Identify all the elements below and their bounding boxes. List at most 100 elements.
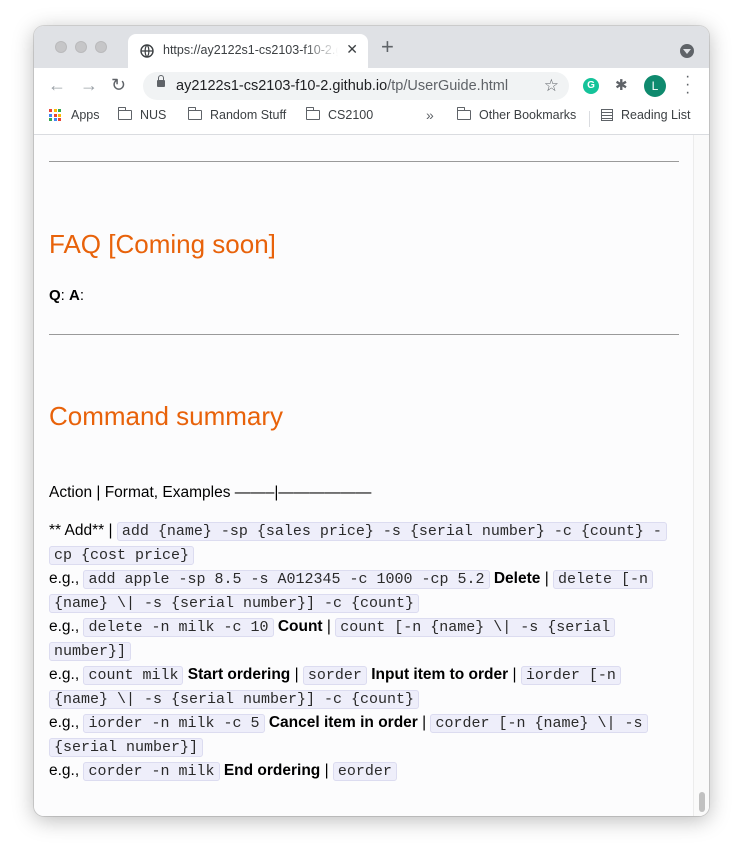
url-host: ay2122s1-cs2103-f10-2.github.io bbox=[176, 78, 388, 94]
eg-label: e.g., bbox=[49, 762, 84, 779]
browser-tab[interactable]: https://ay2122s1-cs2103-f10-2.github.io/… bbox=[128, 34, 368, 68]
summary-row-count-cont: number}] bbox=[49, 639, 132, 664]
pipe: | bbox=[417, 714, 431, 731]
example-code: count milk bbox=[83, 666, 184, 685]
format-code: {serial number}] bbox=[49, 738, 204, 757]
extensions-icon[interactable]: ✱ bbox=[615, 76, 628, 94]
tab-title: https://ay2122s1-cs2103-f10-2.github.io/… bbox=[163, 43, 338, 57]
summary-table-header: Action | Format, Examples ——–|—————— bbox=[49, 484, 372, 501]
folder-icon bbox=[305, 107, 320, 120]
example-code: add apple -sp 8.5 -s A012345 -c 1000 -cp… bbox=[83, 570, 490, 589]
bookmark-label: Random Stuff bbox=[210, 108, 287, 122]
new-tab-button[interactable]: + bbox=[381, 36, 394, 58]
bookmark-label: Other Bookmarks bbox=[479, 108, 577, 122]
format-code: {name} \| -s {serial number}] -c {count} bbox=[49, 594, 420, 613]
action-cancel-item: Cancel item in order bbox=[268, 714, 418, 731]
close-window-button[interactable] bbox=[55, 41, 67, 53]
format-code: {name} \| -s {serial number}] -c {count} bbox=[49, 690, 420, 709]
format-code: count [-n {name} \| -s {serial bbox=[335, 618, 616, 637]
pipe: | bbox=[508, 666, 521, 683]
divider bbox=[49, 334, 679, 335]
eg-label: e.g., bbox=[49, 714, 84, 731]
reading-list-button[interactable]: Reading List bbox=[601, 108, 691, 122]
globe-icon bbox=[140, 44, 154, 58]
address-bar[interactable]: ay2122s1-cs2103-f10-2.github.io/tp/UserG… bbox=[143, 72, 569, 100]
example-code: delete -n milk -c 10 bbox=[83, 618, 274, 637]
folder-icon bbox=[187, 107, 202, 120]
divider bbox=[49, 161, 679, 162]
pipe: | bbox=[290, 666, 303, 683]
bookmark-folder-cs2100[interactable]: CS2100 bbox=[305, 107, 374, 122]
bookmark-label: CS2100 bbox=[328, 108, 374, 122]
summary-row-ordering: e.g., count milk Start ordering | sorder… bbox=[49, 663, 621, 688]
summary-row-delete: e.g., add apple -sp 8.5 -s A012345 -c 10… bbox=[49, 567, 654, 592]
format-code: eorder bbox=[332, 762, 397, 781]
format-code: number}] bbox=[49, 642, 132, 661]
command-summary-heading: Command summary bbox=[49, 401, 284, 431]
bookmark-apps-label: Apps bbox=[71, 108, 100, 122]
back-arrow-icon[interactable]: ← bbox=[48, 74, 66, 96]
zoom-window-button[interactable] bbox=[95, 41, 107, 53]
action-end-ordering: End ordering bbox=[223, 762, 321, 779]
browser-window: https://ay2122s1-cs2103-f10-2.github.io/… bbox=[34, 26, 709, 816]
tab-close-icon[interactable]: ✕ bbox=[346, 41, 358, 58]
bookmarks-separator bbox=[589, 111, 590, 127]
lock-icon[interactable] bbox=[157, 75, 165, 87]
folder-icon bbox=[117, 107, 132, 120]
faq-sep: : bbox=[60, 287, 70, 304]
vertical-scrollbar[interactable] bbox=[693, 135, 709, 816]
browser-toolbar: ← → ↻ ay2122s1-cs2103-f10-2.github.io/tp… bbox=[34, 68, 709, 104]
summary-row-add: ** Add** | add {name} -sp {sales price} … bbox=[49, 519, 667, 544]
format-code: sorder bbox=[302, 666, 367, 685]
example-code: iorder -n milk -c 5 bbox=[83, 714, 265, 733]
faq-heading: FAQ [Coming soon] bbox=[49, 229, 276, 259]
reload-icon[interactable]: ↻ bbox=[111, 74, 126, 96]
bookmark-folder-random-stuff[interactable]: Random Stuff bbox=[187, 107, 287, 122]
action-start-ordering: Start ordering bbox=[187, 666, 291, 683]
format-code: cp {cost price} bbox=[49, 546, 195, 565]
page-viewport[interactable]: FAQ [Coming soon] Q: A: Command summary … bbox=[34, 135, 709, 816]
tab-strip: https://ay2122s1-cs2103-f10-2.github.io/… bbox=[34, 26, 709, 68]
folder-icon bbox=[456, 107, 471, 120]
action-add: ** Add** | bbox=[49, 522, 117, 539]
bookmark-other-bookmarks[interactable]: Other Bookmarks bbox=[456, 107, 577, 122]
format-code: add {name} -sp {sales price} -s {serial … bbox=[116, 522, 667, 541]
eg-label: e.g., bbox=[49, 618, 84, 635]
faq-a: A bbox=[69, 287, 80, 304]
format-code: delete [-n bbox=[553, 570, 654, 589]
summary-row-delete-cont: {name} \| -s {serial number}] -c {count} bbox=[49, 591, 420, 616]
summary-row-cancel-cont: {serial number}] bbox=[49, 735, 204, 760]
eg-label: e.g., bbox=[49, 570, 84, 587]
faq-q: Q bbox=[49, 287, 61, 304]
summary-row-count: e.g., delete -n milk -c 10 Count | count… bbox=[49, 615, 616, 640]
profile-avatar[interactable]: L bbox=[644, 75, 666, 97]
summary-row-end: e.g., corder -n milk End ordering | eord… bbox=[49, 759, 397, 784]
reading-list-icon bbox=[601, 109, 613, 121]
grammarly-extension-icon[interactable]: G bbox=[583, 78, 599, 94]
example-code: corder -n milk bbox=[83, 762, 220, 781]
url-text[interactable]: ay2122s1-cs2103-f10-2.github.io/tp/UserG… bbox=[176, 78, 508, 94]
forward-arrow-icon[interactable]: → bbox=[80, 74, 98, 96]
pipe: | bbox=[322, 618, 336, 635]
scrollbar-thumb[interactable] bbox=[699, 792, 705, 812]
tab-search-icon[interactable] bbox=[680, 44, 694, 58]
eg-label: e.g., bbox=[49, 666, 84, 683]
bookmarks-overflow-button[interactable]: » bbox=[426, 107, 434, 123]
action-input-item: Input item to order bbox=[371, 666, 509, 683]
bookmark-folder-nus[interactable]: NUS bbox=[117, 107, 167, 122]
format-code: iorder [-n bbox=[520, 666, 621, 685]
faq-qa: Q: A: bbox=[49, 287, 84, 304]
star-icon[interactable]: ☆ bbox=[544, 76, 559, 96]
format-code: corder [-n {name} \| -s bbox=[430, 714, 648, 733]
bookmarks-bar: Apps NUS Random Stuff CS2100 » Other Boo… bbox=[34, 104, 709, 135]
bookmark-label: NUS bbox=[140, 108, 167, 122]
apps-grid-icon bbox=[49, 109, 61, 121]
menu-dots-icon[interactable]: · · · bbox=[685, 69, 690, 101]
pipe: | bbox=[540, 570, 554, 587]
summary-row-add-cont: cp {cost price} bbox=[49, 543, 195, 568]
summary-row-ordering-cont: {name} \| -s {serial number}] -c {count} bbox=[49, 687, 420, 712]
bookmark-apps[interactable]: Apps bbox=[49, 108, 100, 122]
action-count: Count bbox=[277, 618, 323, 635]
pipe: | bbox=[320, 762, 333, 779]
minimize-window-button[interactable] bbox=[75, 41, 87, 53]
